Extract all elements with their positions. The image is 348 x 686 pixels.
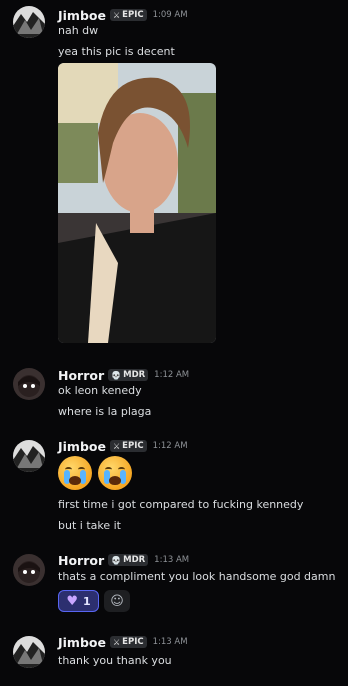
- message-text: yea this pic is decent: [58, 45, 175, 58]
- skull-icon: 💀: [111, 555, 122, 565]
- message-text: but i take it: [58, 519, 121, 532]
- message-text: first time i got compared to fucking ken…: [58, 498, 304, 511]
- sword-icon: ⚔: [112, 10, 121, 20]
- avatar[interactable]: [13, 636, 45, 668]
- role-tag[interactable]: ⚔ EPIC: [109, 9, 147, 21]
- add-reaction-button[interactable]: ☺: [104, 590, 130, 612]
- message-text: thats a compliment you look handsome god…: [58, 570, 336, 583]
- role-tag[interactable]: 💀 MDR: [108, 369, 149, 381]
- avatar[interactable]: [13, 440, 45, 472]
- smiley-icon: ☺: [110, 593, 124, 609]
- purple-heart-icon: ♥: [66, 593, 78, 609]
- avatar[interactable]: [13, 554, 45, 586]
- username[interactable]: Horror: [58, 368, 104, 383]
- timestamp: 1:12 AM: [152, 441, 188, 451]
- image-attachment[interactable]: [58, 63, 216, 343]
- role-tag[interactable]: 💀 MDR: [108, 554, 149, 566]
- avatar[interactable]: [13, 368, 45, 400]
- sword-icon: ⚔: [112, 441, 121, 451]
- reaction-count: 1: [83, 594, 91, 608]
- username[interactable]: Jimboe: [58, 635, 106, 650]
- timestamp: 1:13 AM: [154, 555, 190, 565]
- message-text: nah dw: [58, 24, 99, 37]
- username[interactable]: Jimboe: [58, 8, 106, 23]
- role-tag[interactable]: ⚔ EPIC: [109, 636, 147, 648]
- timestamp: 1:12 AM: [154, 370, 190, 380]
- crying-emoji-icon: [98, 456, 132, 490]
- message-text: thank you thank you: [58, 654, 172, 667]
- timestamp: 1:13 AM: [152, 637, 188, 647]
- timestamp: 1:09 AM: [152, 10, 188, 20]
- role-tag[interactable]: ⚔ EPIC: [109, 440, 147, 452]
- avatar[interactable]: [13, 6, 45, 38]
- username[interactable]: Horror: [58, 553, 104, 568]
- sword-icon: ⚔: [112, 637, 121, 647]
- skull-icon: 💀: [111, 370, 122, 380]
- message-text: ok leon kenedy: [58, 384, 142, 397]
- message-text: where is la plaga: [58, 405, 152, 418]
- reaction-heart[interactable]: ♥ 1: [58, 590, 99, 612]
- username[interactable]: Jimboe: [58, 439, 106, 454]
- crying-emoji-icon: [58, 456, 92, 490]
